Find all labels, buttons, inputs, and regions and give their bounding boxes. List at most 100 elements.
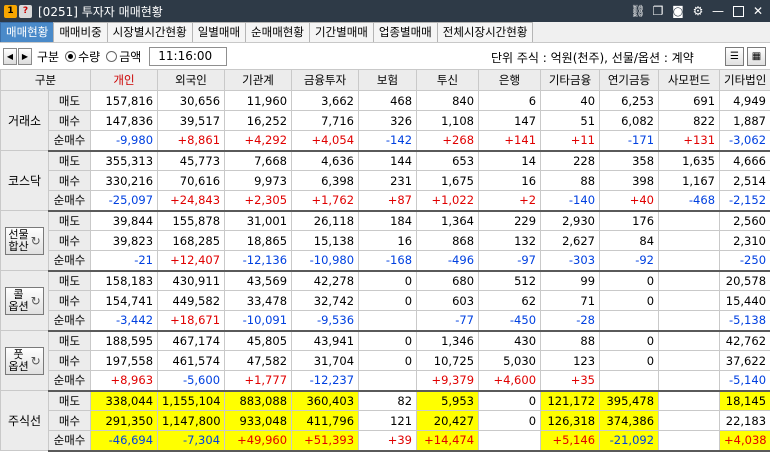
cell: 188,595	[90, 330, 159, 351]
cell: +4,600	[478, 370, 542, 392]
group-toggle-button[interactable]: 풋 옵션 ↻	[5, 346, 44, 375]
column-header[interactable]: 금융투자	[291, 69, 360, 91]
cell: +131	[658, 130, 721, 152]
column-header[interactable]: 사모펀드	[658, 69, 721, 91]
cell: 22,183	[719, 410, 770, 431]
close-icon[interactable]: ✕	[750, 3, 766, 19]
cell: 883,088	[224, 390, 293, 411]
group-label[interactable]: 선물 합산 ↻	[0, 210, 49, 271]
cell: 0	[599, 270, 660, 291]
help-icon[interactable]: ?	[19, 4, 32, 18]
unit-label: 단위 주식 : 억원(천주), 선물/옵션 : 계약	[491, 51, 694, 65]
cell: 0	[358, 270, 418, 291]
cell: 9,973	[224, 170, 293, 191]
cell: 43,941	[291, 330, 360, 351]
tab-6[interactable]: 업종별매매	[372, 22, 438, 42]
cell: 4,636	[291, 150, 360, 171]
maximize-icon[interactable]	[730, 3, 746, 19]
cell: 121,172	[540, 390, 601, 411]
table-row: 순매수 -46,694 -7,304 +49,960 +51,393 +39 +14,474…	[1, 430, 770, 452]
cell: 868	[416, 230, 480, 251]
cell: +12,407	[157, 250, 226, 272]
cell: 2,930	[540, 210, 601, 231]
camera-icon[interactable]: ◙	[670, 3, 686, 19]
link-icon[interactable]: ⛓	[630, 3, 646, 19]
cell: +8,861	[157, 130, 226, 152]
cell: 42,762	[719, 330, 770, 351]
group-label[interactable]: 풋 옵션 ↻	[0, 330, 49, 391]
tab-1[interactable]: 매매비중	[53, 22, 108, 42]
cell: 33,478	[224, 290, 293, 311]
radio-quantity[interactable]: 수량	[65, 48, 100, 65]
cell: 358	[599, 150, 660, 171]
row-label: 매수	[47, 410, 92, 431]
table-row: 선물 합산 ↻ 매도 39,844 155,878 31,001 26,118 184 1,364…	[0, 210, 770, 271]
next-button[interactable]: ▶	[18, 47, 32, 65]
grid-view-icon[interactable]: ▦	[747, 47, 766, 66]
cell: -3,442	[90, 310, 159, 332]
cell: 1,147,800	[157, 410, 226, 431]
cell: 449,582	[157, 290, 226, 311]
tab-2[interactable]: 시장별시간현황	[106, 22, 193, 42]
cell: 176	[599, 210, 660, 231]
cell: +24,843	[157, 190, 226, 212]
cell: 16	[478, 170, 542, 191]
column-header[interactable]: 은행	[478, 69, 542, 91]
cell: 42,278	[291, 270, 360, 291]
column-header[interactable]: 구분	[0, 69, 92, 91]
settings-icon[interactable]: ⚙	[690, 3, 706, 19]
table-row: 주식선 매도 338,044 1,155,104 883,088 360,403 82 5,9…	[0, 390, 770, 451]
copy-icon[interactable]: ❐	[650, 3, 666, 19]
cell: -77	[416, 310, 480, 332]
cell: 1,635	[658, 150, 721, 171]
column-header[interactable]: 외국인	[157, 69, 226, 91]
tab-7[interactable]: 전체시장시간현황	[436, 22, 534, 42]
screen-number-badge[interactable]: 1	[4, 4, 17, 18]
group-label[interactable]: 콜 옵션 ↻	[0, 270, 49, 331]
cell	[658, 310, 721, 332]
cell: 31,001	[224, 210, 293, 231]
table-row: 순매수 -21 +12,407 -12,136 -10,980 -168 -496 -97 -3…	[1, 250, 770, 272]
cell: +268	[416, 130, 480, 152]
column-header[interactable]: 기관계	[224, 69, 293, 91]
cell: 291,350	[90, 410, 159, 431]
radio-amount-label: 금액	[119, 49, 142, 64]
column-header[interactable]: 보험	[358, 69, 418, 91]
cell: 6	[478, 90, 542, 111]
row-label: 순매수	[47, 130, 92, 152]
window-title: [0251] 투자자 매매현황	[38, 4, 163, 19]
group-label: 거래소	[0, 90, 49, 151]
cell: 5,030	[478, 350, 542, 371]
cell: 31,704	[291, 350, 360, 371]
cell: -25,097	[90, 190, 159, 212]
column-header[interactable]: 기타법인	[719, 69, 770, 91]
column-header[interactable]: 기타금융	[540, 69, 601, 91]
tab-0[interactable]: 매매현황	[0, 22, 55, 42]
cell: -21,092	[599, 430, 660, 452]
group-toggle-button[interactable]: 콜 옵션 ↻	[5, 286, 44, 315]
cell: 26,118	[291, 210, 360, 231]
group-toggle-button[interactable]: 선물 합산 ↻	[5, 226, 44, 255]
cell: +14,474	[416, 430, 480, 452]
minimize-icon[interactable]: —	[710, 3, 726, 19]
radio-quantity-label: 수량	[78, 49, 101, 64]
cell: -468	[658, 190, 721, 212]
tab-3[interactable]: 일별매매	[191, 22, 247, 42]
refresh-icon: ↻	[30, 293, 41, 308]
list-view-icon[interactable]: ☰	[725, 47, 744, 66]
radio-amount[interactable]: 금액	[106, 48, 141, 65]
column-header[interactable]: 연기금등	[599, 69, 660, 91]
column-header[interactable]: 투신	[416, 69, 480, 91]
tab-5[interactable]: 기간별매매	[308, 22, 374, 42]
cell: 229	[478, 210, 542, 231]
cell: +39	[358, 430, 418, 452]
cell: 7,716	[291, 110, 360, 131]
group-name: 선물 합산	[8, 227, 29, 253]
cell: 6,082	[599, 110, 660, 131]
cell: -5,600	[157, 370, 226, 392]
column-header[interactable]: 개인	[90, 69, 159, 91]
prev-button[interactable]: ◀	[3, 47, 17, 65]
tab-4[interactable]: 순매매현황	[245, 22, 310, 42]
cell: 933,048	[224, 410, 293, 431]
time-input[interactable]: 11:16:00	[149, 46, 228, 66]
